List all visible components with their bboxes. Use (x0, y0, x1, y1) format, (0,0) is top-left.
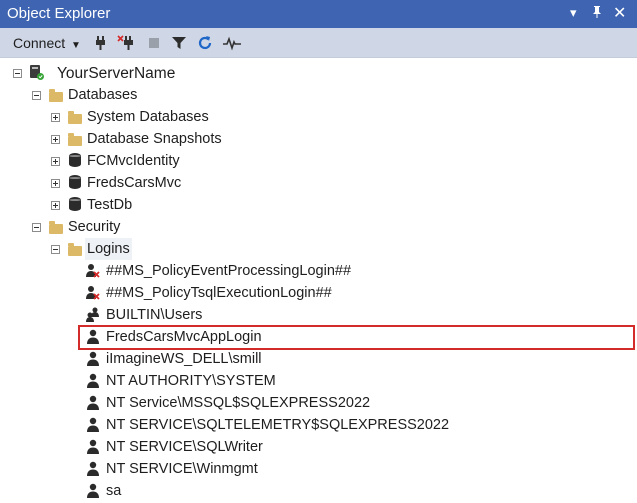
logins-node[interactable]: Logins (85, 238, 132, 260)
folder-icon (68, 243, 82, 256)
login-icon (87, 373, 99, 388)
window-menu-dropdown-icon[interactable]: ▾ (570, 5, 577, 21)
fcmvcidentity-node[interactable]: FCMvcIdentity (87, 150, 180, 172)
activity-monitor-icon[interactable] (222, 34, 241, 52)
login-label: NT SERVICE\SQLTELEMETRY$SQLEXPRESS2022 (106, 417, 450, 433)
expand-database-snapshots-toggle[interactable] (51, 135, 60, 144)
login-icon (87, 351, 99, 366)
disconnect-icon[interactable] (117, 34, 135, 52)
folder-icon (68, 133, 82, 146)
fcmvcidentity-label: FCMvcIdentity (87, 153, 180, 169)
login-icon (87, 417, 99, 432)
login-label: BUILTIN\Users (106, 307, 203, 323)
login-label: NT SERVICE\SQLWriter (106, 439, 263, 455)
databases-label: Databases (68, 87, 138, 103)
security-label: Security (68, 219, 121, 235)
folder-icon (68, 111, 82, 124)
server-icon (30, 65, 44, 80)
login-item[interactable]: NT Service\MSSQL$SQLEXPRESS2022 (106, 392, 370, 414)
system-databases-label: System Databases (87, 109, 209, 125)
collapse-databases-toggle[interactable] (32, 91, 41, 100)
login-icon (87, 483, 99, 498)
login-label: NT AUTHORITY\SYSTEM (106, 373, 276, 389)
database-icon (69, 197, 81, 211)
login-label: NT SERVICE\Winmgmt (106, 461, 258, 477)
group-login-icon (86, 307, 99, 322)
login-icon (87, 439, 99, 454)
login-item[interactable]: NT SERVICE\Winmgmt (106, 458, 258, 480)
server-label: YourServerName (57, 65, 176, 82)
expand-fredscarsmvc-toggle[interactable] (51, 179, 60, 188)
login-item[interactable]: BUILTIN\Users (106, 304, 202, 326)
fredscarsmvc-label: FredsCarsMvc (87, 175, 182, 191)
login-item[interactable]: NT SERVICE\SQLTELEMETRY$SQLEXPRESS2022 (106, 414, 449, 436)
collapse-logins-toggle[interactable] (51, 245, 60, 254)
chevron-down-icon: ▼ (71, 40, 81, 51)
database-snapshots-node[interactable]: Database Snapshots (87, 128, 222, 150)
system-databases-node[interactable]: System Databases (87, 106, 209, 128)
login-item[interactable]: sa (106, 480, 121, 502)
refresh-icon[interactable] (196, 34, 214, 52)
close-icon[interactable]: ✕ (613, 3, 626, 23)
expand-system-databases-toggle[interactable] (51, 113, 60, 122)
login-item[interactable]: NT AUTHORITY\SYSTEM (106, 370, 276, 392)
login-item[interactable]: ##MS_PolicyEventProcessingLogin## (106, 260, 351, 282)
disabled-login-icon (86, 286, 100, 300)
login-label: ##MS_PolicyTsqlExecutionLogin## (106, 285, 332, 301)
fredscarsmvc-node[interactable]: FredsCarsMvc (87, 172, 181, 194)
testdb-node[interactable]: TestDb (87, 194, 132, 216)
security-node[interactable]: Security (68, 216, 120, 238)
login-icon (87, 461, 99, 476)
server-node[interactable]: YourServerName (57, 63, 175, 85)
login-label: sa (106, 483, 122, 499)
database-icon (69, 153, 81, 167)
expand-testdb-toggle[interactable] (51, 201, 60, 210)
highlight-box (78, 325, 635, 350)
folder-icon (49, 89, 63, 102)
database-snapshots-label: Database Snapshots (87, 131, 222, 147)
collapse-security-toggle[interactable] (32, 223, 41, 232)
login-label: ##MS_PolicyEventProcessingLogin## (106, 263, 352, 279)
testdb-label: TestDb (87, 197, 133, 213)
object-explorer-toolbar: Connect ▼ (0, 28, 637, 58)
panel-title: Object Explorer (7, 5, 111, 22)
pin-icon[interactable] (591, 5, 603, 22)
login-item[interactable]: iImagineWS_DELL\smill (106, 348, 262, 370)
connect-icon[interactable] (92, 34, 110, 52)
login-item[interactable]: ##MS_PolicyTsqlExecutionLogin## (106, 282, 332, 304)
connect-label: Connect (13, 35, 66, 51)
login-label: iImagineWS_DELL\smill (106, 351, 262, 367)
connect-dropdown-button[interactable]: Connect ▼ (13, 35, 81, 51)
collapse-server-toggle[interactable] (13, 69, 22, 78)
expand-fcmvcidentity-toggle[interactable] (51, 157, 60, 166)
login-icon (87, 395, 99, 410)
folder-icon (49, 221, 63, 234)
login-label: NT Service\MSSQL$SQLEXPRESS2022 (106, 395, 371, 411)
stop-icon[interactable] (145, 34, 163, 52)
filter-icon[interactable] (170, 34, 188, 52)
databases-node[interactable]: Databases (68, 84, 137, 106)
disabled-login-icon (86, 264, 100, 278)
database-icon (69, 175, 81, 189)
object-explorer-titlebar: Object Explorer ▾ ✕ (0, 0, 637, 28)
object-explorer-tree: YourServerName Databases System Database… (0, 58, 637, 503)
logins-label: Logins (87, 241, 130, 257)
login-item[interactable]: NT SERVICE\SQLWriter (106, 436, 263, 458)
